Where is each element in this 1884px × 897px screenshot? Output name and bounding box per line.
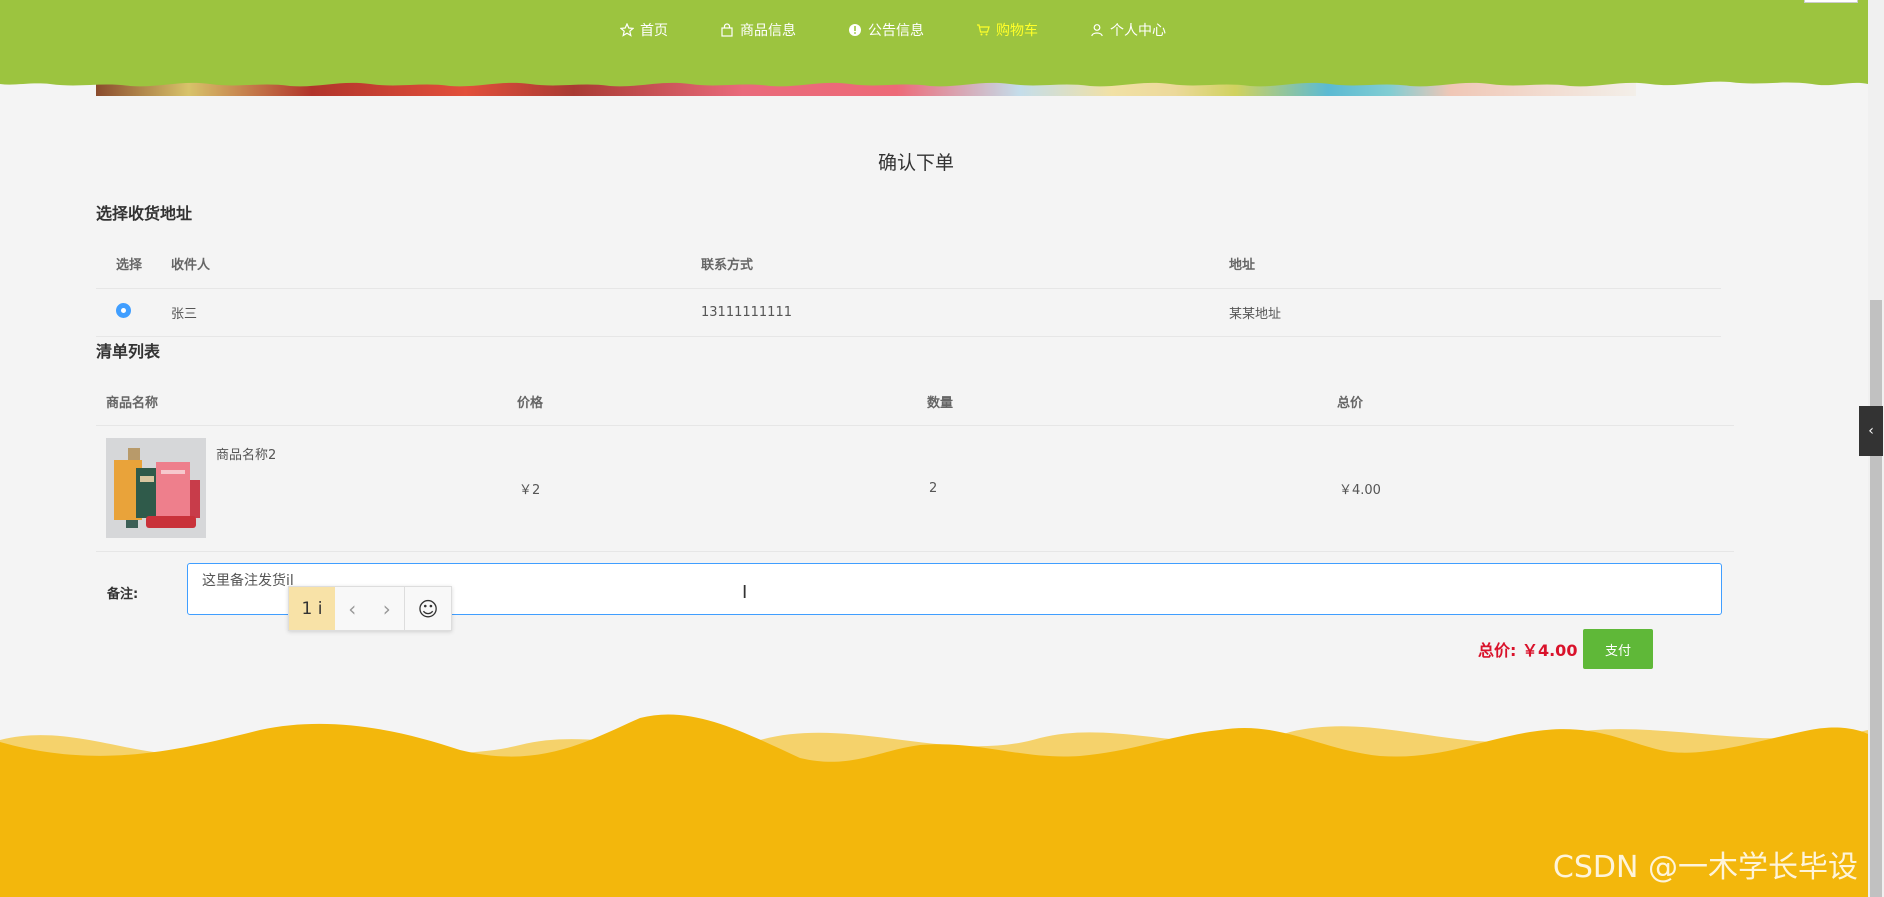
remark-label: 备注: (107, 587, 139, 602)
address-cell: 某某地址 (1229, 306, 1282, 322)
col-qty: 数量 (927, 395, 954, 411)
product-name[interactable]: 商品名称2 (216, 444, 276, 463)
address-table: 选择 收件人 联系方式 地址 张三 13111111111 某某地址 (96, 240, 1721, 337)
nav-label-products: 商品信息 (740, 23, 796, 39)
col-price: 价格 (517, 395, 544, 411)
chevron-right-icon[interactable]: › (370, 597, 405, 621)
chevron-left-icon[interactable]: ‹ (335, 597, 370, 621)
col-address: 地址 (1229, 258, 1256, 274)
nav-wave-background (0, 0, 1868, 87)
col-select: 选择 (116, 258, 143, 274)
ime-candidate[interactable]: 1 i (289, 587, 335, 630)
side-panel-toggle-icon[interactable]: ‹ (1859, 406, 1883, 456)
nav-item-home[interactable]: 首页 (620, 20, 668, 40)
user-icon (1091, 24, 1103, 37)
total-price-label: 总价: ￥4.00 (1478, 641, 1578, 660)
cart-icon (977, 24, 990, 36)
col-receiver: 收件人 (171, 258, 211, 274)
nav-item-cart[interactable]: 购物车 (976, 20, 1038, 40)
price-cell: ￥2 (519, 482, 541, 498)
order-header-row: 商品名称 价格 数量 总价 (96, 378, 1734, 425)
address-header-row: 选择 收件人 联系方式 地址 (96, 240, 1721, 288)
product-image (106, 438, 206, 538)
nav-item-profile[interactable]: 个人中心 (1090, 20, 1166, 40)
top-nav: 首页 商品信息 公告信息 购物车 个人中心 (0, 0, 1868, 96)
info-icon (849, 24, 861, 36)
address-section-title: 选择收货地址 (96, 204, 193, 223)
qty-cell: 2 (929, 480, 938, 496)
bag-icon (721, 23, 733, 37)
col-total: 总价 (1337, 395, 1364, 411)
nav-label-notices: 公告信息 (868, 23, 924, 39)
phone-cell: 13111111111 (701, 304, 792, 320)
emoji-icon[interactable]: ☺ (404, 587, 451, 630)
nav-item-notices[interactable]: 公告信息 (848, 20, 924, 40)
address-radio[interactable] (116, 302, 131, 318)
watermark: CSDN @一木学长毕设 (1552, 850, 1858, 885)
scrollbar-thumb[interactable] (1870, 300, 1882, 897)
receiver-cell: 张三 (171, 306, 198, 322)
nav-label-profile: 个人中心 (1110, 23, 1166, 39)
nav-item-products[interactable]: 商品信息 (720, 20, 796, 40)
pay-button[interactable]: 支付 (1583, 629, 1653, 669)
nav-label-cart: 购物车 (996, 23, 1038, 39)
order-table: 商品名称 价格 数量 总价 商品名称2 ￥2 2 ￥4.00 (96, 378, 1734, 552)
col-phone: 联系方式 (701, 258, 754, 274)
total-cell: ￥4.00 (1339, 482, 1381, 498)
order-section-title: 清单列表 (96, 342, 161, 361)
nav-label-home: 首页 (640, 23, 668, 39)
page-title: 确认下单 (877, 152, 954, 174)
product-thumbnail[interactable] (106, 438, 206, 538)
top-right-button[interactable] (1804, 0, 1858, 3)
order-item-row: 商品名称2 ￥2 2 ￥4.00 (96, 425, 1734, 551)
address-row[interactable]: 张三 13111111111 某某地址 (96, 288, 1721, 336)
col-name: 商品名称 (106, 395, 159, 411)
text-cursor-icon: I (742, 582, 748, 603)
star-icon (620, 23, 634, 37)
ime-candidate-popup: 1 i ‹ › ☺ (288, 586, 452, 631)
